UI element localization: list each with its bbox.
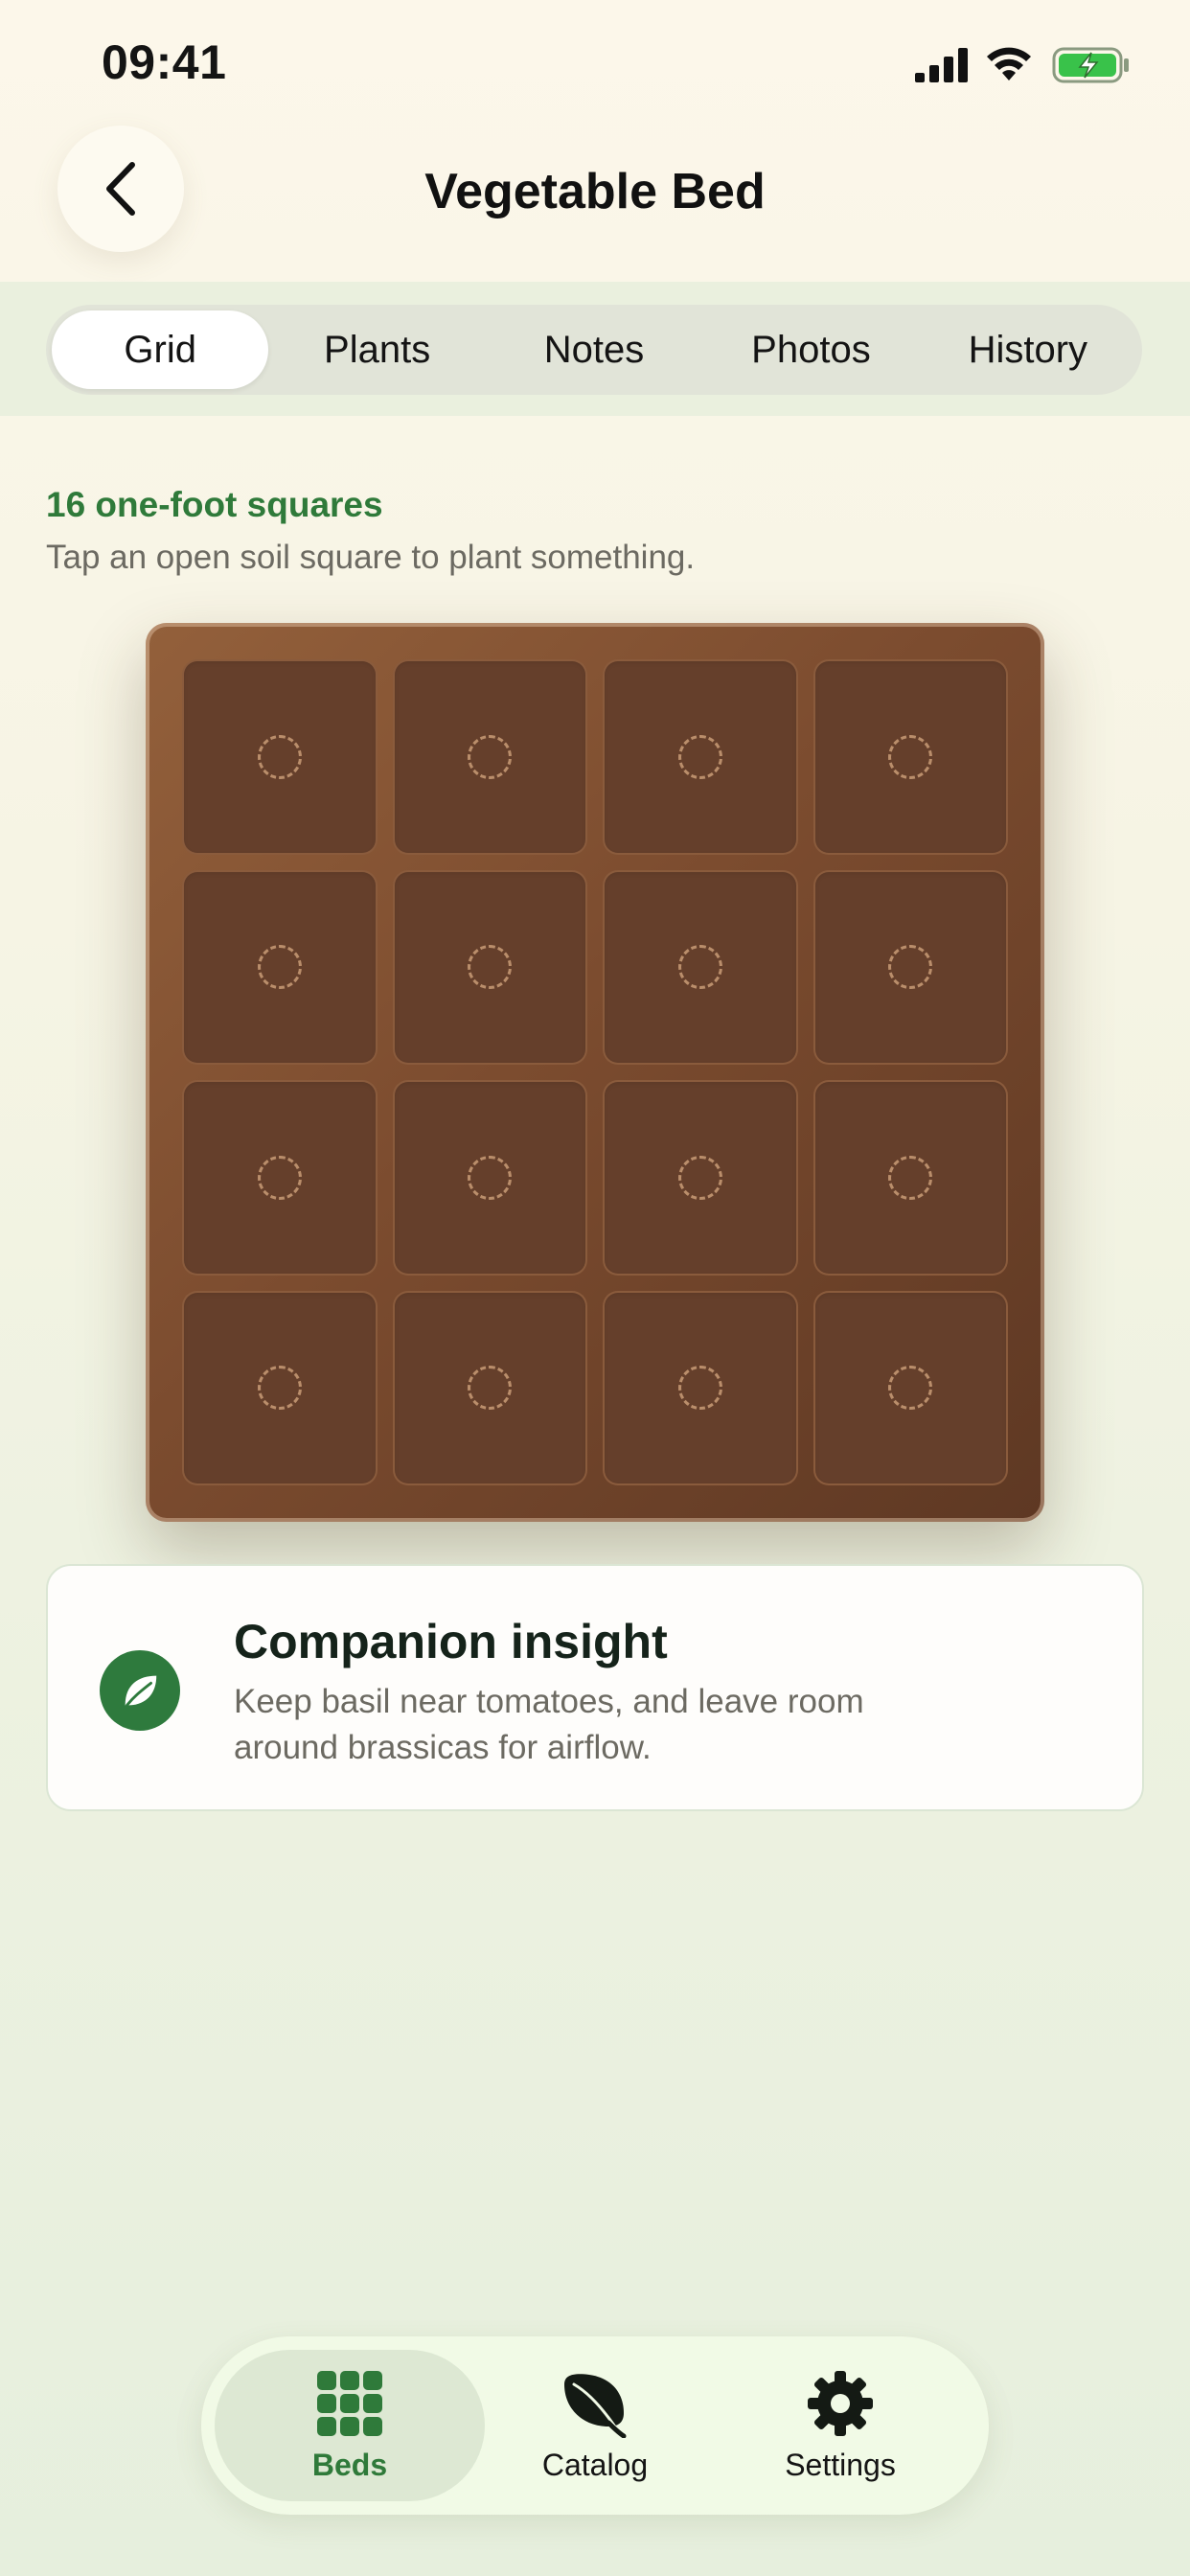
soil-square[interactable]	[603, 659, 798, 855]
tabs-band: Grid Plants Notes Photos History	[0, 282, 1190, 416]
soil-square[interactable]	[392, 1080, 587, 1276]
status-time: 09:41	[102, 35, 227, 89]
bed-grid	[182, 659, 1008, 1485]
bottom-nav: Beds Catalog Settings	[201, 2336, 989, 2515]
soil-square[interactable]	[603, 869, 798, 1065]
soil-square[interactable]	[603, 1080, 798, 1276]
soil-square[interactable]	[392, 1290, 587, 1485]
insight-body: Keep basil near tomatoes, and leave room…	[234, 1683, 864, 1766]
wifi-icon	[987, 47, 1031, 80]
empty-slot-icon	[257, 1366, 302, 1411]
soil-square[interactable]	[392, 659, 587, 855]
tab-grid[interactable]: Grid	[52, 310, 269, 389]
empty-slot-icon	[468, 945, 513, 990]
empty-slot-icon	[888, 1155, 933, 1200]
empty-slot-icon	[677, 945, 722, 990]
empty-slot-icon	[468, 1155, 513, 1200]
empty-slot-icon	[677, 1366, 722, 1411]
tab-bar: Grid Plants Notes Photos History	[46, 305, 1142, 395]
nav-settings-label: Settings	[785, 2447, 896, 2482]
empty-slot-icon	[468, 1366, 513, 1411]
nav-catalog-label: Catalog	[541, 2447, 649, 2482]
tab-history[interactable]: History	[920, 310, 1136, 389]
tab-notes[interactable]: Notes	[486, 310, 702, 389]
soil-square[interactable]	[812, 869, 1008, 1065]
empty-slot-icon	[677, 1155, 722, 1200]
tab-photos[interactable]: Photos	[702, 310, 919, 389]
status-bar: 09:41	[0, 0, 1190, 125]
empty-slot-icon	[888, 734, 933, 779]
insight-title: Companion insight	[234, 1615, 668, 1668]
tab-plants[interactable]: Plants	[268, 310, 485, 389]
raised-bed	[146, 623, 1044, 1522]
empty-slot-icon	[257, 945, 302, 990]
nav-beds-label: Beds	[311, 2447, 388, 2482]
empty-slot-icon	[677, 734, 722, 779]
empty-slot-icon	[888, 1366, 933, 1411]
nav-catalog[interactable]: Catalog	[460, 2350, 730, 2501]
soil-square[interactable]	[812, 1080, 1008, 1276]
empty-slot-icon	[257, 734, 302, 779]
soil-square[interactable]	[182, 1080, 378, 1276]
leaf-icon	[564, 2373, 627, 2438]
soil-square[interactable]	[812, 1290, 1008, 1485]
soil-square[interactable]	[812, 659, 1008, 855]
leaf-icon	[100, 1650, 180, 1731]
soil-square[interactable]	[603, 1290, 798, 1485]
bed-hint: Tap an open soil square to plant somethi…	[46, 539, 696, 576]
companion-insight-card: Companion insight Keep basil near tomato…	[46, 1564, 1144, 1811]
empty-slot-icon	[888, 945, 933, 990]
soil-square[interactable]	[182, 659, 378, 855]
nav-settings[interactable]: Settings	[705, 2350, 975, 2501]
page-title: Vegetable Bed	[424, 164, 766, 219]
header: Vegetable Bed	[0, 125, 1190, 282]
bed-size-summary: 16 one-foot squares	[46, 485, 383, 524]
empty-slot-icon	[468, 734, 513, 779]
soil-square[interactable]	[182, 1290, 378, 1485]
grid-icon	[317, 2370, 382, 2436]
battery-charging-icon	[1052, 47, 1129, 83]
empty-slot-icon	[257, 1155, 302, 1200]
soil-square[interactable]	[182, 869, 378, 1065]
soil-square[interactable]	[392, 869, 587, 1065]
cellular-signal-icon	[915, 48, 968, 82]
gear-icon	[808, 2370, 873, 2436]
nav-beds[interactable]: Beds	[215, 2350, 485, 2501]
